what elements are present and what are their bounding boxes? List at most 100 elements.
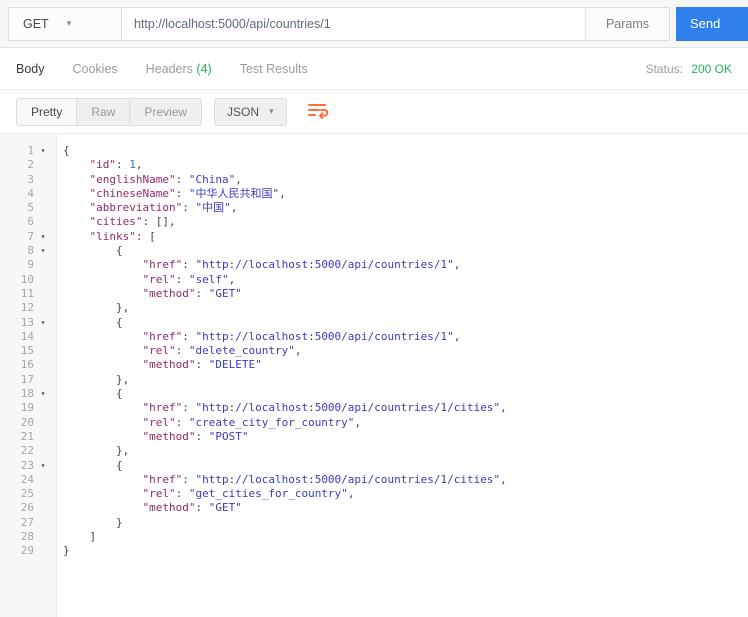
code-line: 12 },: [0, 301, 748, 315]
code-text: "rel": "delete_country",: [142, 344, 302, 358]
response-view-toolbar: Pretty Raw Preview JSON ▾: [0, 90, 748, 134]
code-line: 27 }: [0, 516, 748, 530]
format-dropdown[interactable]: JSON ▾: [214, 97, 287, 126]
line-number: 12: [20, 301, 34, 315]
line-number: 29: [20, 544, 34, 558]
status-value: 200 OK: [691, 61, 732, 76]
code-text: "cities": [],: [89, 215, 176, 229]
line-wrap-button[interactable]: [307, 101, 329, 122]
line-gutter: 9: [0, 258, 57, 272]
tab-cookies[interactable]: Cookies: [73, 62, 118, 76]
code-line: 15 "rel": "delete_country",: [0, 344, 748, 358]
response-tabs: Body Cookies Headers (4) Test Results St…: [0, 48, 748, 90]
code-lines: 1 ▾{2 "id": 1, 3 "englishName": "China", 4 …: [0, 144, 748, 559]
line-number: 15: [20, 344, 34, 358]
line-number: 2: [27, 158, 34, 172]
line-number: 16: [20, 358, 34, 372]
chevron-down-icon: ▾: [269, 106, 274, 116]
line-number: 7: [27, 229, 34, 243]
view-preview-button[interactable]: Preview: [130, 99, 201, 125]
fold-arrow-icon[interactable]: ▾: [34, 230, 52, 244]
code-line: 9 "href": "http://localhost:5000/api/cou…: [0, 258, 748, 272]
fold-arrow-icon[interactable]: ▾: [34, 144, 52, 158]
line-gutter: 5: [0, 201, 57, 215]
line-number: 13: [20, 315, 34, 329]
code-line: 26 "method": "GET": [0, 501, 748, 515]
code-text: "id": 1,: [89, 158, 143, 172]
code-text: "abbreviation": "中国",: [89, 201, 238, 215]
code-text: "method": "GET": [142, 286, 242, 300]
line-number: 24: [20, 472, 34, 486]
code-line: 28 ]: [0, 530, 748, 544]
url-input[interactable]: [122, 7, 585, 40]
tab-headers[interactable]: Headers (4): [146, 62, 212, 76]
line-gutter: 6: [0, 215, 57, 229]
line-gutter: 13 ▾: [0, 316, 57, 330]
line-number: 8: [27, 244, 34, 258]
code-line: 10 "rel": "self",: [0, 273, 748, 287]
request-bar: GET ▾ Params Send: [0, 0, 748, 48]
line-number: 23: [20, 458, 34, 472]
line-number: 25: [20, 487, 34, 501]
line-gutter: 2: [0, 158, 57, 172]
view-raw-button[interactable]: Raw: [77, 98, 131, 125]
line-gutter: 20: [0, 416, 57, 430]
code-line: 2 "id": 1,: [0, 158, 748, 172]
line-number: 14: [20, 329, 34, 343]
response-body-editor[interactable]: 1 ▾{2 "id": 1, 3 "englishName": "China", 4 …: [0, 134, 748, 617]
code-line: 7 ▾ "links": [: [0, 230, 748, 244]
code-line: 20 "rel": "create_city_for_country",: [0, 416, 748, 430]
fold-arrow-icon[interactable]: ▾: [34, 244, 52, 258]
code-text: },: [115, 444, 130, 458]
code-text: },: [115, 301, 130, 315]
code-text: {: [115, 315, 123, 329]
format-label: JSON: [227, 104, 260, 119]
code-line: 24 "href": "http://localhost:5000/api/co…: [0, 473, 748, 487]
line-gutter: 28: [0, 530, 57, 544]
method-dropdown[interactable]: GET ▾: [8, 6, 122, 41]
line-gutter: 15: [0, 344, 57, 358]
code-line: 11 "method": "GET": [0, 287, 748, 301]
status-badge: Status: 200 OK: [646, 62, 732, 76]
fold-arrow-icon[interactable]: ▾: [34, 459, 52, 473]
code-line: 1 ▾ {: [0, 144, 748, 158]
line-gutter: 25: [0, 487, 57, 501]
line-gutter: 17: [0, 373, 57, 387]
line-gutter: 1 ▾: [0, 144, 57, 158]
line-gutter: 12: [0, 301, 57, 315]
code-line: 18 ▾ {: [0, 387, 748, 401]
code-text: "method": "DELETE": [142, 358, 262, 372]
code-line: 19 "href": "http://localhost:5000/api/co…: [0, 401, 748, 415]
line-gutter: 23 ▾: [0, 459, 57, 473]
line-number: 26: [20, 501, 34, 515]
send-button[interactable]: Send: [676, 6, 748, 41]
code-line: 17 },: [0, 373, 748, 387]
view-pretty-button[interactable]: Pretty: [17, 98, 78, 125]
fold-arrow-icon[interactable]: ▾: [34, 316, 52, 330]
code-line: 21 "method": "POST": [0, 430, 748, 444]
line-number: 3: [27, 172, 34, 186]
params-button[interactable]: Params: [585, 7, 669, 40]
code-line: 25 "rel": "get_cities_for_country",: [0, 487, 748, 501]
line-gutter: 18 ▾: [0, 387, 57, 401]
line-gutter: 3: [0, 173, 57, 187]
code-text: "englishName": "China",: [89, 172, 242, 186]
code-text: {: [115, 458, 123, 472]
fold-arrow-icon[interactable]: ▾: [34, 387, 52, 401]
chevron-down-icon: ▾: [66, 18, 72, 28]
code-text: "href": "http://localhost:5000/api/count…: [142, 329, 461, 343]
code-text: }: [115, 515, 123, 529]
code-text: "links": [: [89, 229, 156, 243]
tab-body[interactable]: Body: [16, 62, 45, 76]
code-text: },: [115, 372, 130, 386]
line-gutter: 4: [0, 187, 57, 201]
tab-test-results[interactable]: Test Results: [240, 62, 308, 76]
